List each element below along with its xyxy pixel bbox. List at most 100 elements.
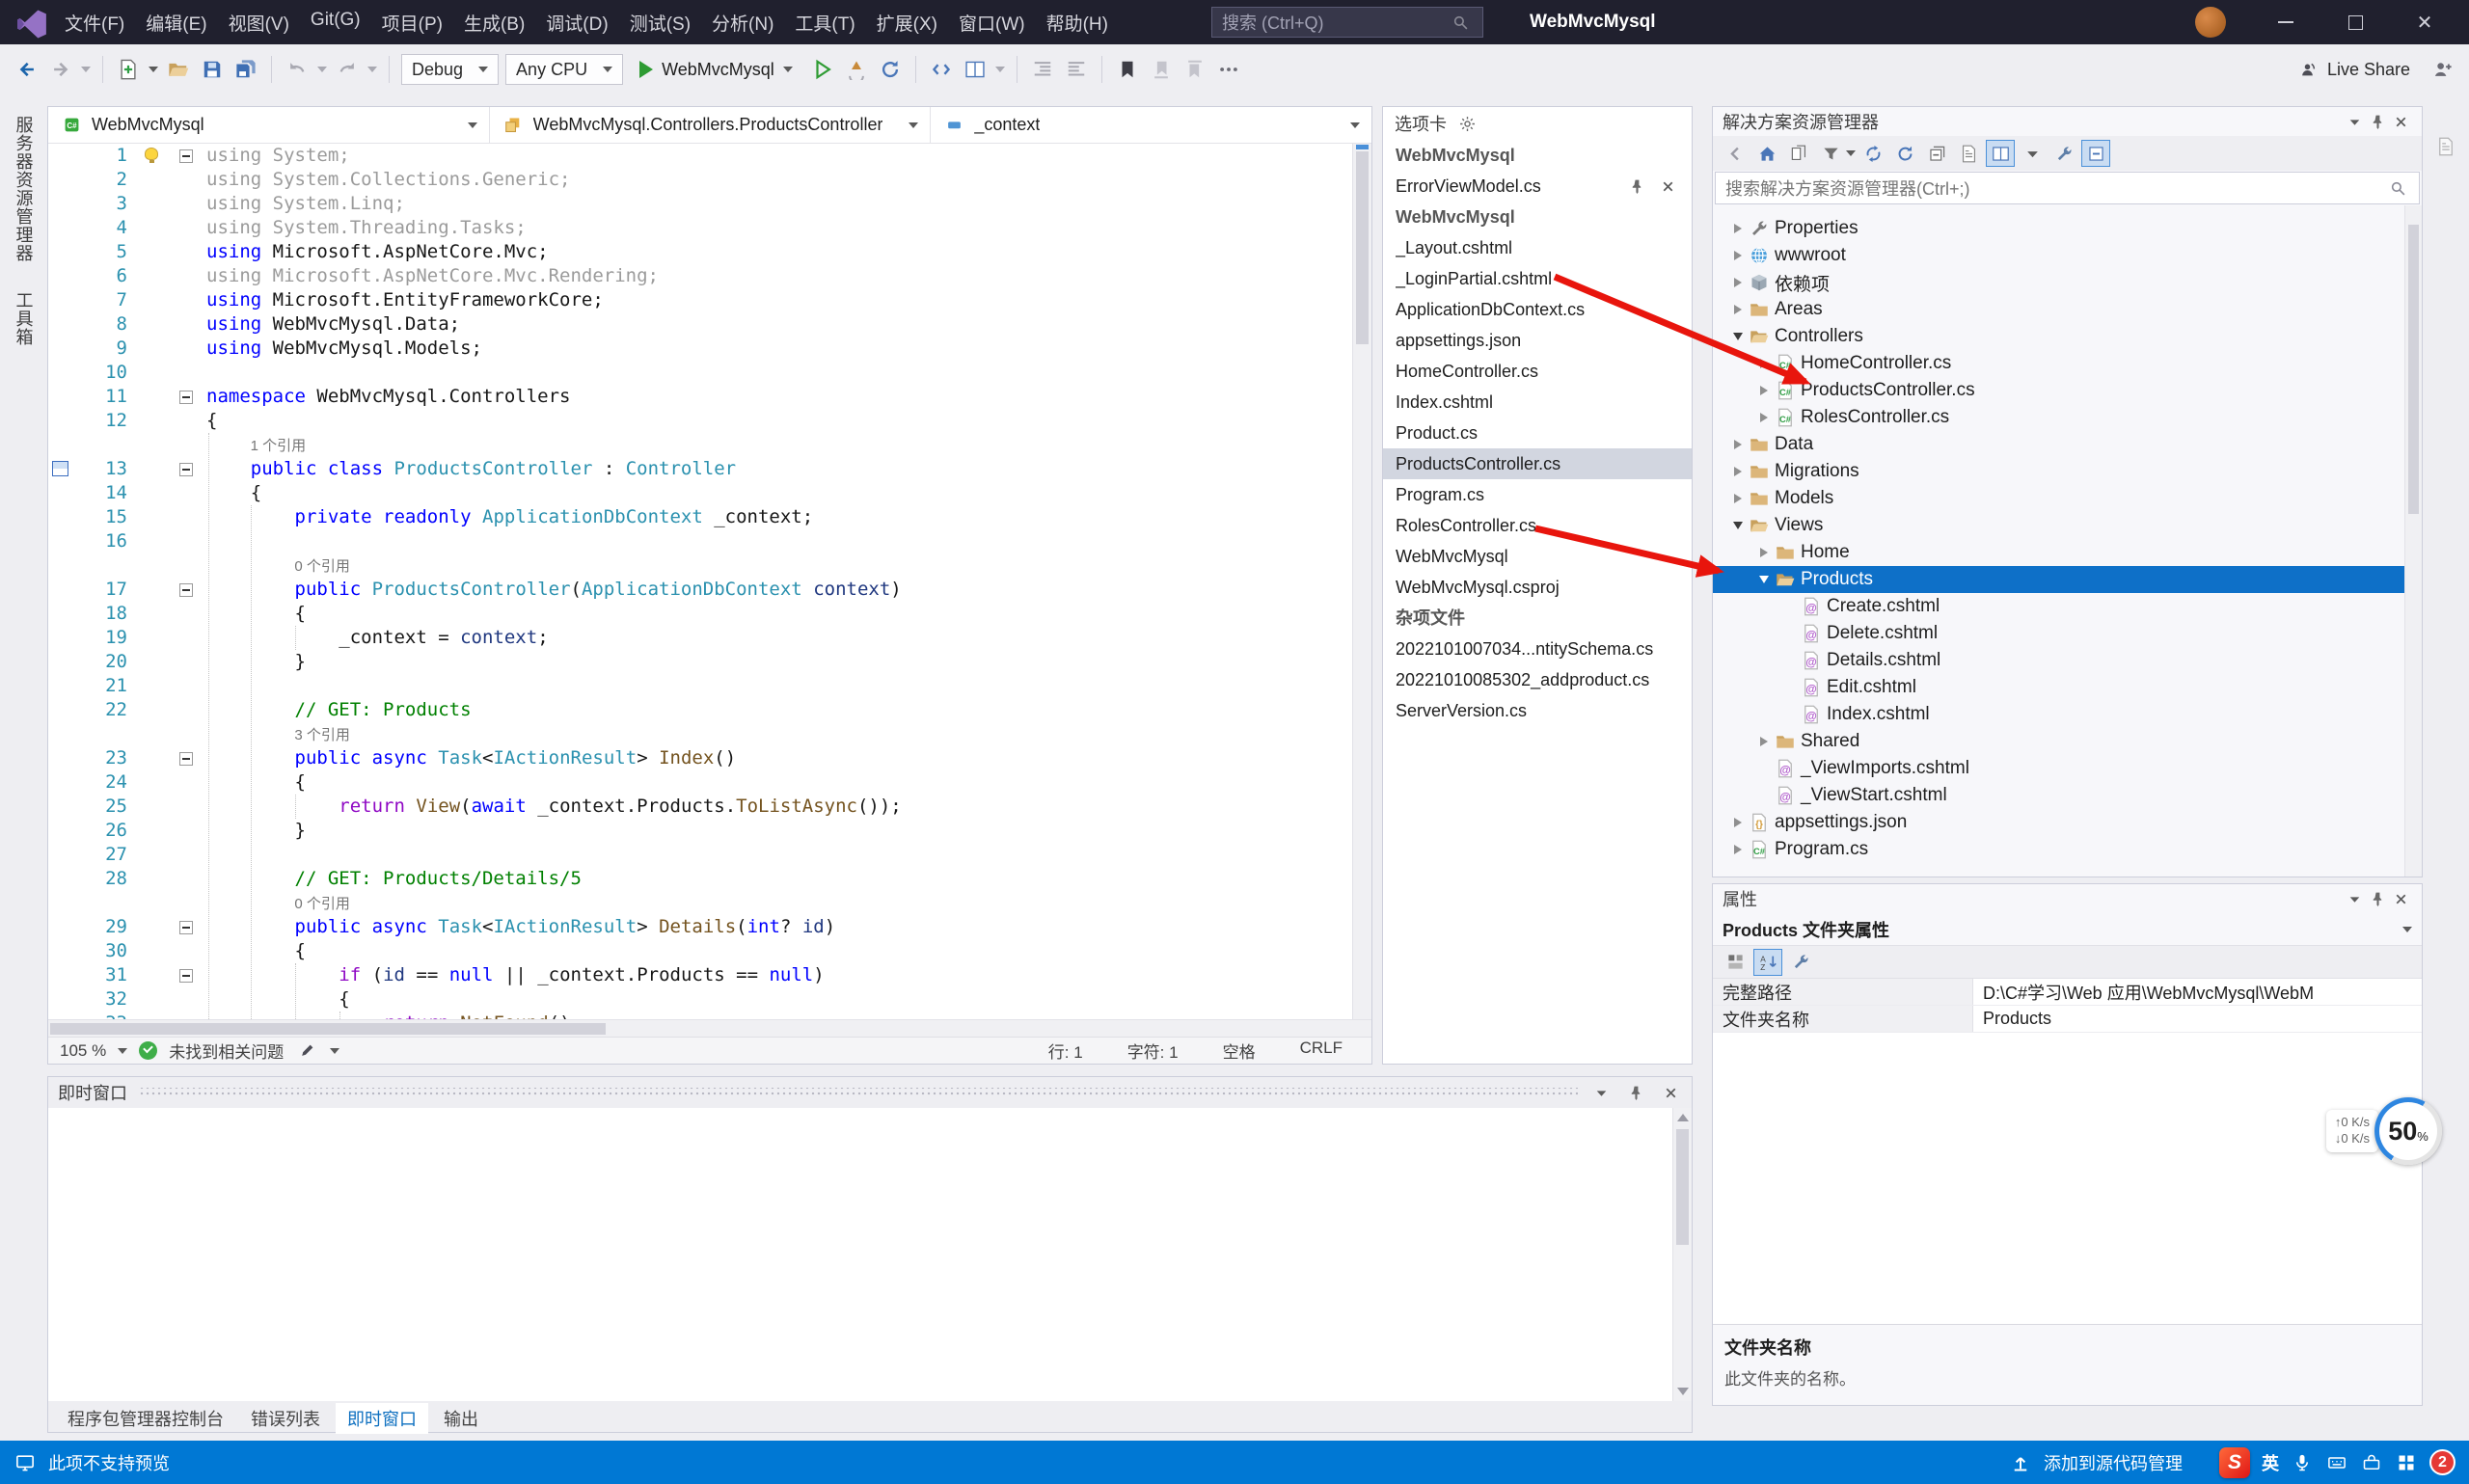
find-in-files-icon[interactable] bbox=[928, 56, 955, 83]
chevron-down-icon[interactable] bbox=[1726, 333, 1750, 340]
chevron-down-icon[interactable] bbox=[1752, 576, 1776, 583]
doc-tab-HomeController.cs[interactable]: HomeController.cs bbox=[1383, 356, 1692, 387]
minimize-button[interactable] bbox=[2251, 0, 2320, 44]
back-icon[interactable] bbox=[1721, 140, 1750, 167]
tree-item-Details.cshtml[interactable]: @Details.cshtml bbox=[1713, 647, 2422, 674]
user-avatar[interactable] bbox=[2195, 7, 2226, 38]
immediate-window-content[interactable] bbox=[48, 1108, 1692, 1401]
tree-item-_ViewStart.cshtml[interactable]: @_ViewStart.cshtml bbox=[1713, 782, 2422, 809]
window-position-icon[interactable] bbox=[2343, 887, 2366, 910]
side-tab-工具箱[interactable]: 工具箱 bbox=[12, 291, 37, 346]
doc-tab-WebMvcMysql[interactable]: WebMvcMysql bbox=[1383, 541, 1692, 572]
zoom-level[interactable]: 105 % bbox=[60, 1041, 106, 1061]
tree-item-_ViewImports.cshtml[interactable]: @_ViewImports.cshtml bbox=[1713, 755, 2422, 782]
properties-object-dropdown[interactable]: Products 文件夹属性 bbox=[1713, 913, 2422, 946]
bookmark-icon[interactable] bbox=[1114, 56, 1141, 83]
tree-scrollbar[interactable] bbox=[2404, 205, 2422, 877]
tree-item-Create.cshtml[interactable]: @Create.cshtml bbox=[1713, 593, 2422, 620]
az-icon[interactable]: AZ bbox=[1753, 949, 1782, 976]
live-share-button[interactable]: Live Share bbox=[2296, 58, 2410, 81]
menu-item-调试(D)[interactable]: 调试(D) bbox=[535, 6, 618, 40]
close-icon[interactable] bbox=[2389, 110, 2412, 133]
chevron-right-icon[interactable] bbox=[1752, 413, 1776, 422]
tree-item-Edit.cshtml[interactable]: @Edit.cshtml bbox=[1713, 674, 2422, 701]
save-icon[interactable] bbox=[199, 56, 226, 83]
redo-icon[interactable] bbox=[334, 56, 361, 83]
codelens-references[interactable]: 0 个引用 bbox=[294, 896, 350, 912]
preview-icon[interactable] bbox=[1954, 140, 1983, 167]
outdent-icon[interactable] bbox=[1063, 56, 1090, 83]
keyboard-icon[interactable] bbox=[2325, 1451, 2348, 1474]
tree-item-Data[interactable]: Data bbox=[1713, 431, 2422, 458]
scrollbar-thumb[interactable] bbox=[1356, 151, 1369, 344]
tree-item-依赖项[interactable]: 依赖项 bbox=[1713, 269, 2422, 296]
open-file-icon[interactable] bbox=[165, 56, 192, 83]
codelens-references[interactable]: 3 个引用 bbox=[294, 727, 350, 743]
fold-toggle[interactable] bbox=[179, 752, 193, 766]
tree-item-Delete.cshtml[interactable]: @Delete.cshtml bbox=[1713, 620, 2422, 647]
menu-item-文件(F)[interactable]: 文件(F) bbox=[54, 6, 135, 40]
navigate-back-icon[interactable] bbox=[14, 56, 41, 83]
fold-toggle[interactable] bbox=[179, 583, 193, 597]
chevron-right-icon[interactable] bbox=[1752, 548, 1776, 557]
chevron-right-icon[interactable] bbox=[1752, 737, 1776, 746]
fold-toggle[interactable] bbox=[179, 391, 193, 404]
vertical-splitter[interactable] bbox=[1693, 106, 1712, 1441]
bottom-tab-程序包管理器控制台[interactable]: 程序包管理器控制台 bbox=[56, 1403, 235, 1434]
doc-tab-WebMvcMysql.csproj[interactable]: WebMvcMysql.csproj bbox=[1383, 572, 1692, 603]
percent-circle[interactable]: 50 % bbox=[2374, 1097, 2442, 1165]
editor-vertical-scrollbar[interactable] bbox=[1352, 144, 1371, 1019]
window-position-icon[interactable] bbox=[2343, 110, 2366, 133]
sogou-ime-icon[interactable]: S bbox=[2219, 1447, 2250, 1478]
maximize-button[interactable] bbox=[2320, 0, 2390, 44]
tree-item-ProductsController.cs[interactable]: C#ProductsController.cs bbox=[1713, 377, 2422, 404]
scrollbar-thumb[interactable] bbox=[50, 1023, 606, 1035]
tree-item-Controllers[interactable]: Controllers bbox=[1713, 323, 2422, 350]
feedback-icon[interactable] bbox=[2428, 56, 2455, 83]
close-button[interactable]: ✕ bbox=[2390, 0, 2459, 44]
pin-icon[interactable] bbox=[2366, 887, 2389, 910]
window-position-icon[interactable] bbox=[1589, 1081, 1613, 1104]
platform-dropdown[interactable]: Any CPU bbox=[505, 54, 623, 85]
tree-item-Home[interactable]: Home bbox=[1713, 539, 2422, 566]
bottom-tab-错误列表[interactable]: 错误列表 bbox=[239, 1403, 332, 1434]
new-project-icon[interactable] bbox=[115, 56, 142, 83]
notifications-icon[interactable] bbox=[2434, 135, 2457, 158]
line-indicator[interactable]: 行: 1 bbox=[1048, 1039, 1083, 1063]
chevron-right-icon[interactable] bbox=[1726, 818, 1750, 827]
close-icon[interactable] bbox=[1656, 175, 1679, 198]
previous-bookmark-icon[interactable] bbox=[1148, 56, 1175, 83]
hot-reload-icon[interactable] bbox=[843, 56, 870, 83]
menu-item-测试(S)[interactable]: 测试(S) bbox=[619, 6, 701, 40]
tree-item-appsettings.json[interactable]: {}appsettings.json bbox=[1713, 809, 2422, 836]
char-indicator[interactable]: 字符: 1 bbox=[1127, 1039, 1179, 1063]
tree-item-RolesController.cs[interactable]: C#RolesController.cs bbox=[1713, 404, 2422, 431]
doc-tab-ErrorViewModel.cs[interactable]: ErrorViewModel.cs bbox=[1383, 171, 1692, 202]
space-indicator[interactable]: 空格 bbox=[1223, 1039, 1256, 1063]
notification-badge[interactable]: 2 bbox=[2429, 1449, 2455, 1475]
chevron-right-icon[interactable] bbox=[1726, 305, 1750, 314]
tree-item-Areas[interactable]: Areas bbox=[1713, 296, 2422, 323]
doc-tab-RolesController.cs[interactable]: RolesController.cs bbox=[1383, 510, 1692, 541]
menu-item-生成(B)[interactable]: 生成(B) bbox=[453, 6, 535, 40]
property-value[interactable]: D:\C#学习\Web 应用\WebMvcMysql\WebM bbox=[1973, 979, 2422, 1005]
doc-tab-Product.cs[interactable]: Product.cs bbox=[1383, 418, 1692, 448]
gear-icon[interactable] bbox=[1455, 112, 1479, 135]
doc-tab-ProductsController.cs[interactable]: ProductsController.cs bbox=[1383, 448, 1692, 479]
navigate-forward-icon[interactable] bbox=[47, 56, 74, 83]
menu-item-分析(N)[interactable]: 分析(N) bbox=[701, 6, 784, 40]
doc-tab-Index.cshtml[interactable]: Index.cshtml bbox=[1383, 387, 1692, 418]
undo-icon[interactable] bbox=[284, 56, 311, 83]
pin-icon[interactable] bbox=[2366, 110, 2389, 133]
chevron-right-icon[interactable] bbox=[1726, 440, 1750, 449]
tree-item-Index.cshtml[interactable]: @Index.cshtml bbox=[1713, 701, 2422, 728]
doc-tab-appsettings.json[interactable]: appsettings.json bbox=[1383, 325, 1692, 356]
chevron-right-icon[interactable] bbox=[1726, 845, 1750, 854]
tree-item-Products[interactable]: Products bbox=[1713, 566, 2422, 593]
side-tab-服务器资源管理器[interactable]: 服务器资源管理器 bbox=[12, 116, 37, 262]
tree-item-Migrations[interactable]: Migrations bbox=[1713, 458, 2422, 485]
fold-toggle[interactable] bbox=[179, 969, 193, 983]
property-value[interactable]: Products bbox=[1973, 1006, 2422, 1032]
quick-search-input[interactable]: 搜索 (Ctrl+Q) bbox=[1211, 7, 1483, 38]
menu-item-视图(V)[interactable]: 视图(V) bbox=[218, 6, 300, 40]
